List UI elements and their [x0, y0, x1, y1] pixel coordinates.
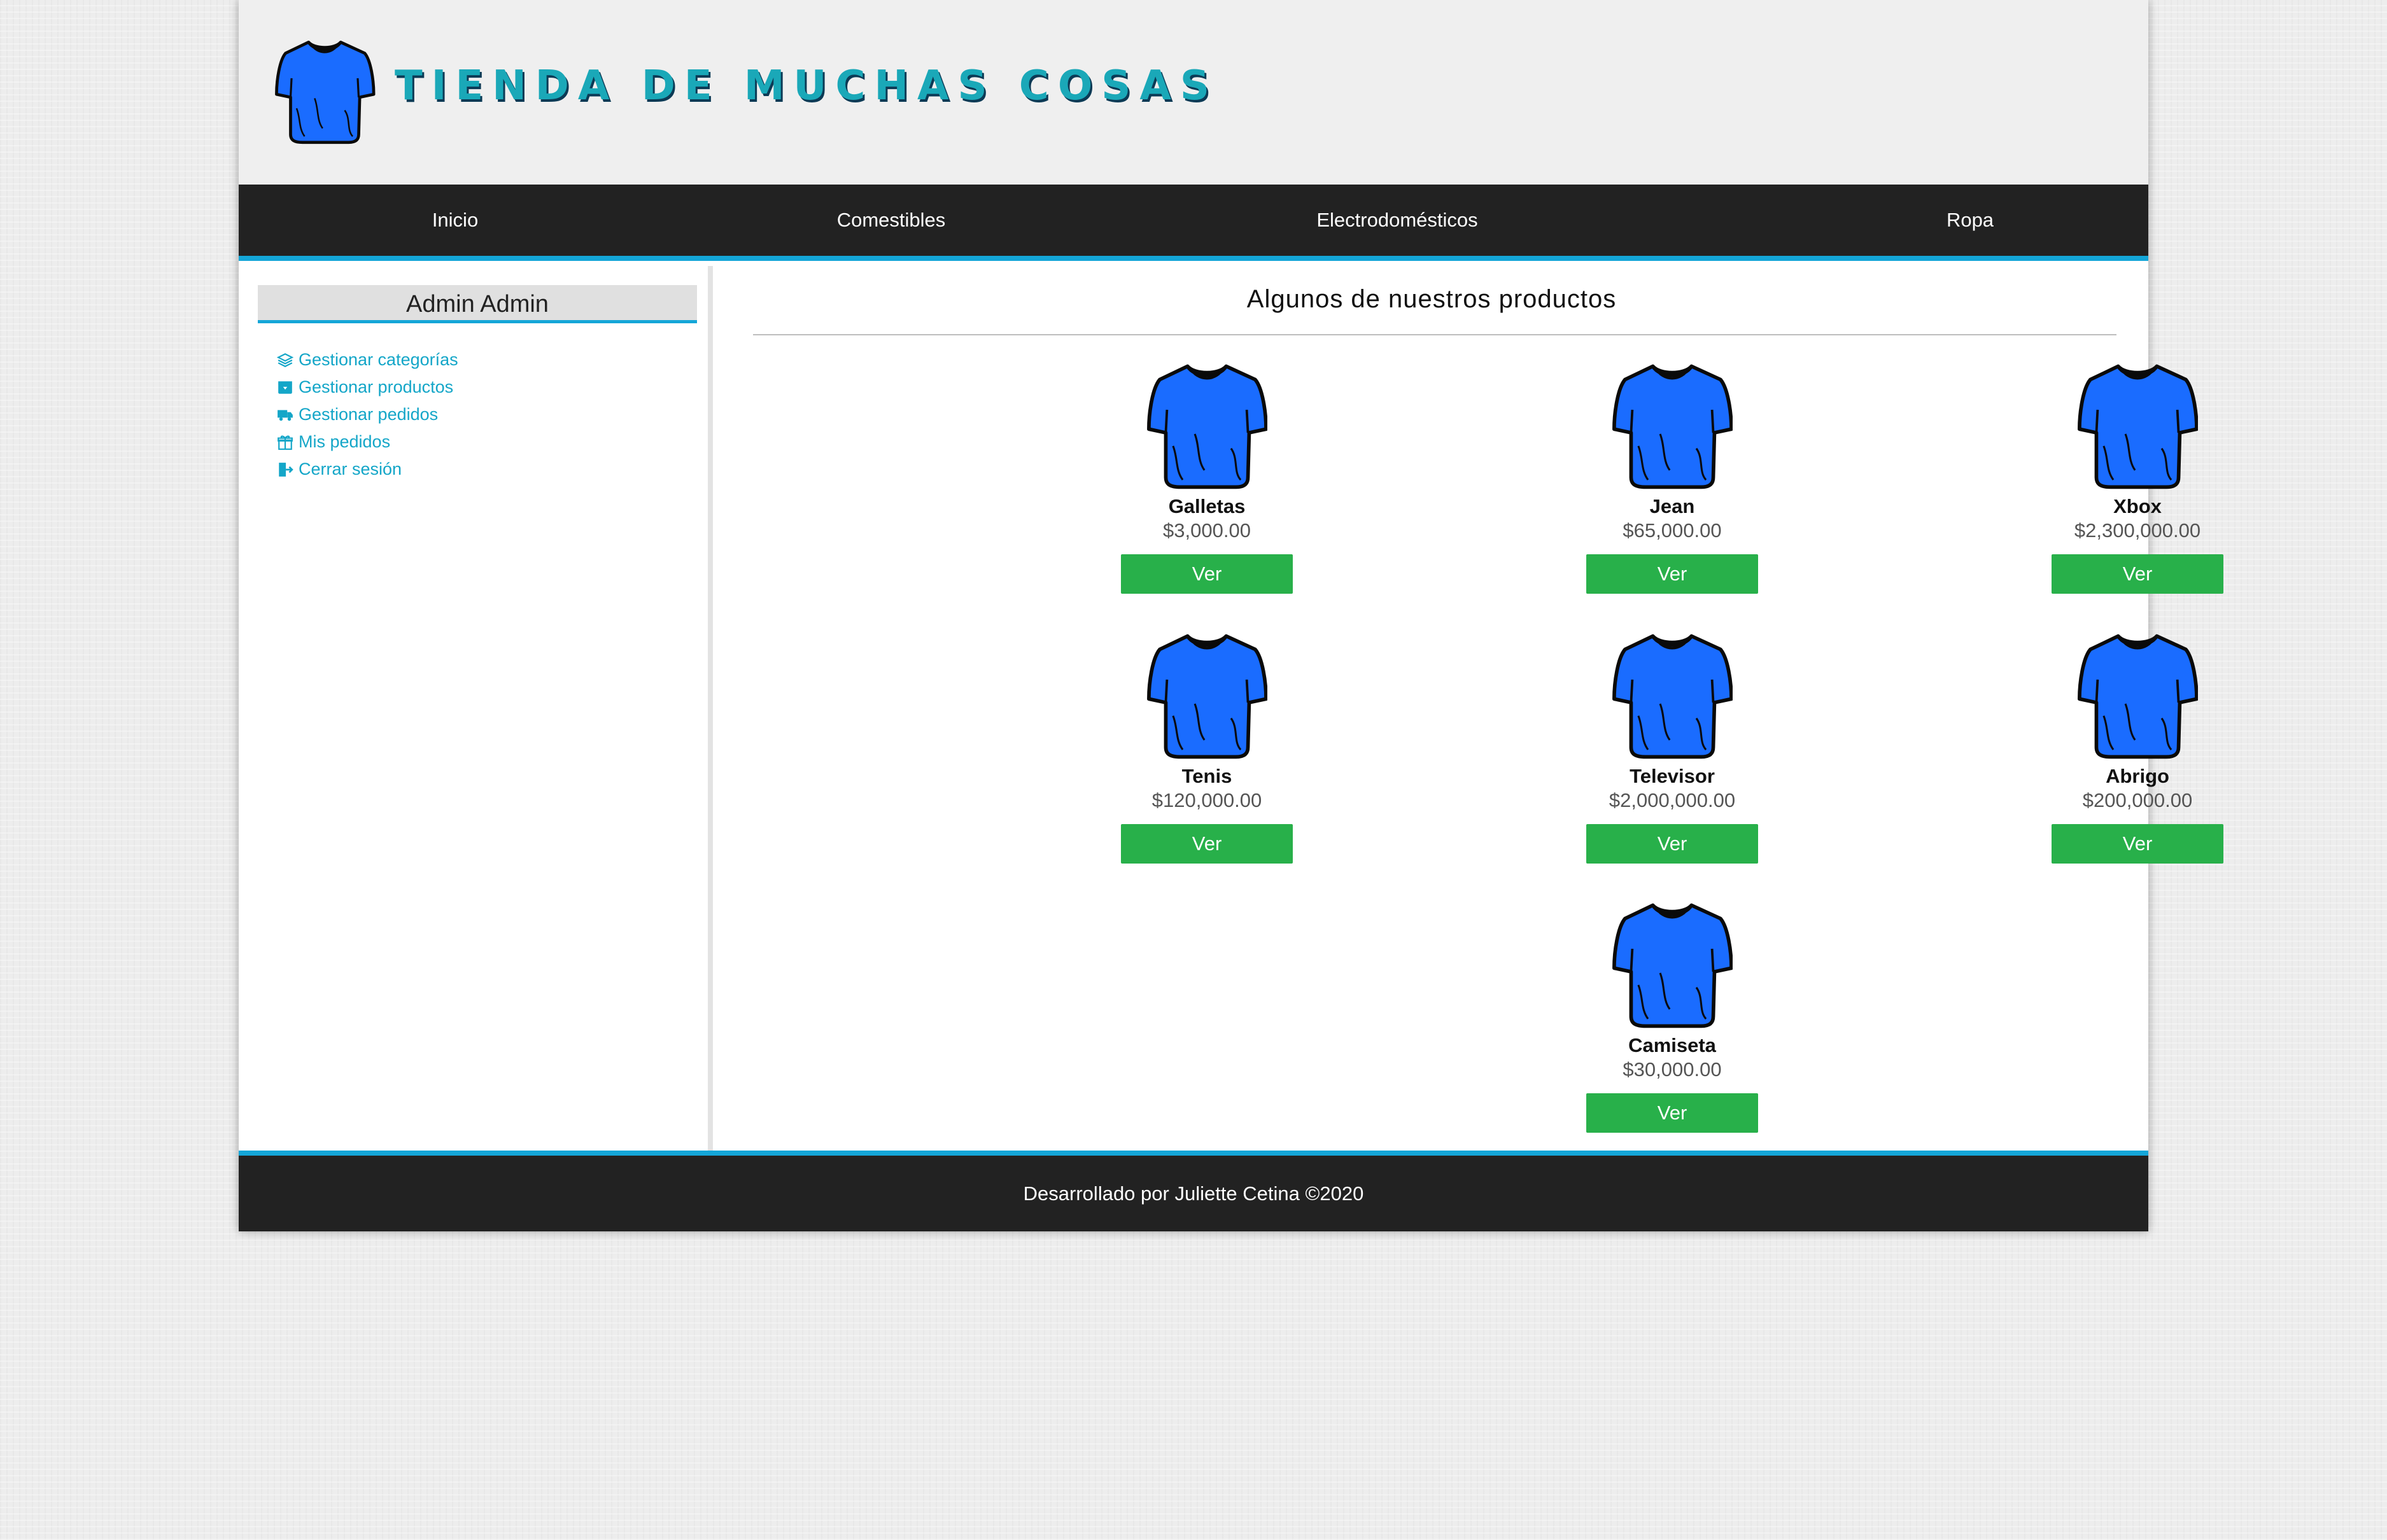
- tshirt-icon[interactable]: [2077, 631, 2198, 762]
- product-name: Abrigo: [2106, 765, 2169, 787]
- tshirt-icon[interactable]: [2077, 361, 2198, 492]
- product-card: Camiseta $30,000.00 Ver: [1567, 900, 1777, 1133]
- product-card: Xbox $2,300,000.00 Ver: [2032, 361, 2243, 594]
- menu-item-label: Gestionar pedidos: [299, 405, 439, 424]
- layers-icon: [277, 353, 293, 367]
- ver-button[interactable]: Ver: [1586, 824, 1758, 864]
- product-name: Galletas: [1168, 495, 1246, 517]
- product-price: $200,000.00: [2082, 789, 2193, 811]
- ver-button[interactable]: Ver: [1586, 1093, 1758, 1133]
- menu-item-label: Gestionar productos: [299, 377, 454, 396]
- product-name: Xbox: [2113, 495, 2162, 517]
- product-price: $3,000.00: [1163, 519, 1251, 542]
- tshirt-icon[interactable]: [1612, 900, 1733, 1031]
- product-name: Tenis: [1181, 765, 1232, 787]
- ver-button[interactable]: Ver: [1121, 824, 1293, 864]
- page-wrapper: TIENDA DE MUCHAS COSAS Inicio Comestible…: [239, 0, 2223, 1231]
- product-card: Tenis $120,000.00 Ver: [1102, 631, 1312, 864]
- product-card: Jean $65,000.00 Ver: [1567, 361, 1777, 594]
- nav-item-electrodomesticos[interactable]: Electrodomésticos: [1111, 185, 1684, 256]
- site-title[interactable]: TIENDA DE MUCHAS COSAS: [395, 62, 1218, 109]
- product-card: Galletas $3,000.00 Ver: [1102, 361, 1312, 594]
- product-price: $65,000.00: [1623, 519, 1722, 542]
- menu-item-label: Cerrar sesión: [299, 459, 402, 479]
- tshirt-icon[interactable]: [1146, 361, 1267, 492]
- tshirt-icon[interactable]: [274, 38, 376, 146]
- menu-item-label: Mis pedidos: [299, 432, 391, 451]
- product-name: Televisor: [1630, 765, 1715, 787]
- logout-icon: [279, 462, 293, 477]
- section-title: Algunos de nuestros productos: [1246, 285, 1617, 313]
- nav-item-comestibles[interactable]: Comestibles: [672, 185, 1111, 256]
- product-name: Jean: [1649, 495, 1695, 517]
- tshirt-icon[interactable]: [1612, 631, 1733, 762]
- product-card: Abrigo $200,000.00 Ver: [2032, 631, 2243, 864]
- box-icon: [278, 381, 292, 394]
- tshirt-icon[interactable]: [1612, 361, 1733, 492]
- tshirt-icon[interactable]: [1146, 631, 1267, 762]
- ver-button[interactable]: Ver: [2052, 824, 2223, 864]
- products-content: Algunos de nuestros productos Galletas $…: [718, 266, 2223, 1151]
- menu-item-gestionar-categorias[interactable]: Gestionar categorías: [277, 346, 458, 374]
- ver-button[interactable]: Ver: [1586, 554, 1758, 594]
- product-price: $30,000.00: [1623, 1058, 1722, 1081]
- sidebar: Admin Admin Gestionar categorías Gestion…: [239, 266, 713, 1151]
- divider: [753, 334, 2116, 335]
- product-price: $2,300,000.00: [2074, 519, 2201, 542]
- ver-button[interactable]: Ver: [1121, 554, 1293, 594]
- menu-item-cerrar-sesion[interactable]: Cerrar sesión: [277, 456, 458, 483]
- product-card: Televisor $2,000,000.00 Ver: [1567, 631, 1777, 864]
- menu-item-mis-pedidos[interactable]: Mis pedidos: [277, 428, 458, 456]
- user-name-box: Admin Admin: [258, 285, 697, 323]
- gift-icon: [278, 435, 293, 450]
- product-name: Camiseta: [1628, 1034, 1716, 1056]
- admin-menu: Gestionar categorías Gestionar productos…: [277, 346, 458, 483]
- product-price: $120,000.00: [1151, 789, 1262, 811]
- truck-icon: [278, 409, 293, 421]
- ver-button[interactable]: Ver: [2052, 554, 2223, 594]
- menu-item-gestionar-productos[interactable]: Gestionar productos: [277, 374, 458, 401]
- nav-item-inicio[interactable]: Inicio: [239, 185, 672, 256]
- product-price: $2,000,000.00: [1609, 789, 1736, 811]
- nav-item-ropa[interactable]: Ropa: [1875, 185, 2066, 256]
- site-header: TIENDA DE MUCHAS COSAS: [239, 0, 2148, 185]
- menu-item-label: Gestionar categorías: [299, 350, 458, 369]
- menu-item-gestionar-pedidos[interactable]: Gestionar pedidos: [277, 401, 458, 428]
- main-nav: Inicio Comestibles Electrodomésticos Rop…: [239, 185, 2148, 261]
- site-footer: Desarrollado por Juliette Cetina ©2020: [239, 1151, 2148, 1231]
